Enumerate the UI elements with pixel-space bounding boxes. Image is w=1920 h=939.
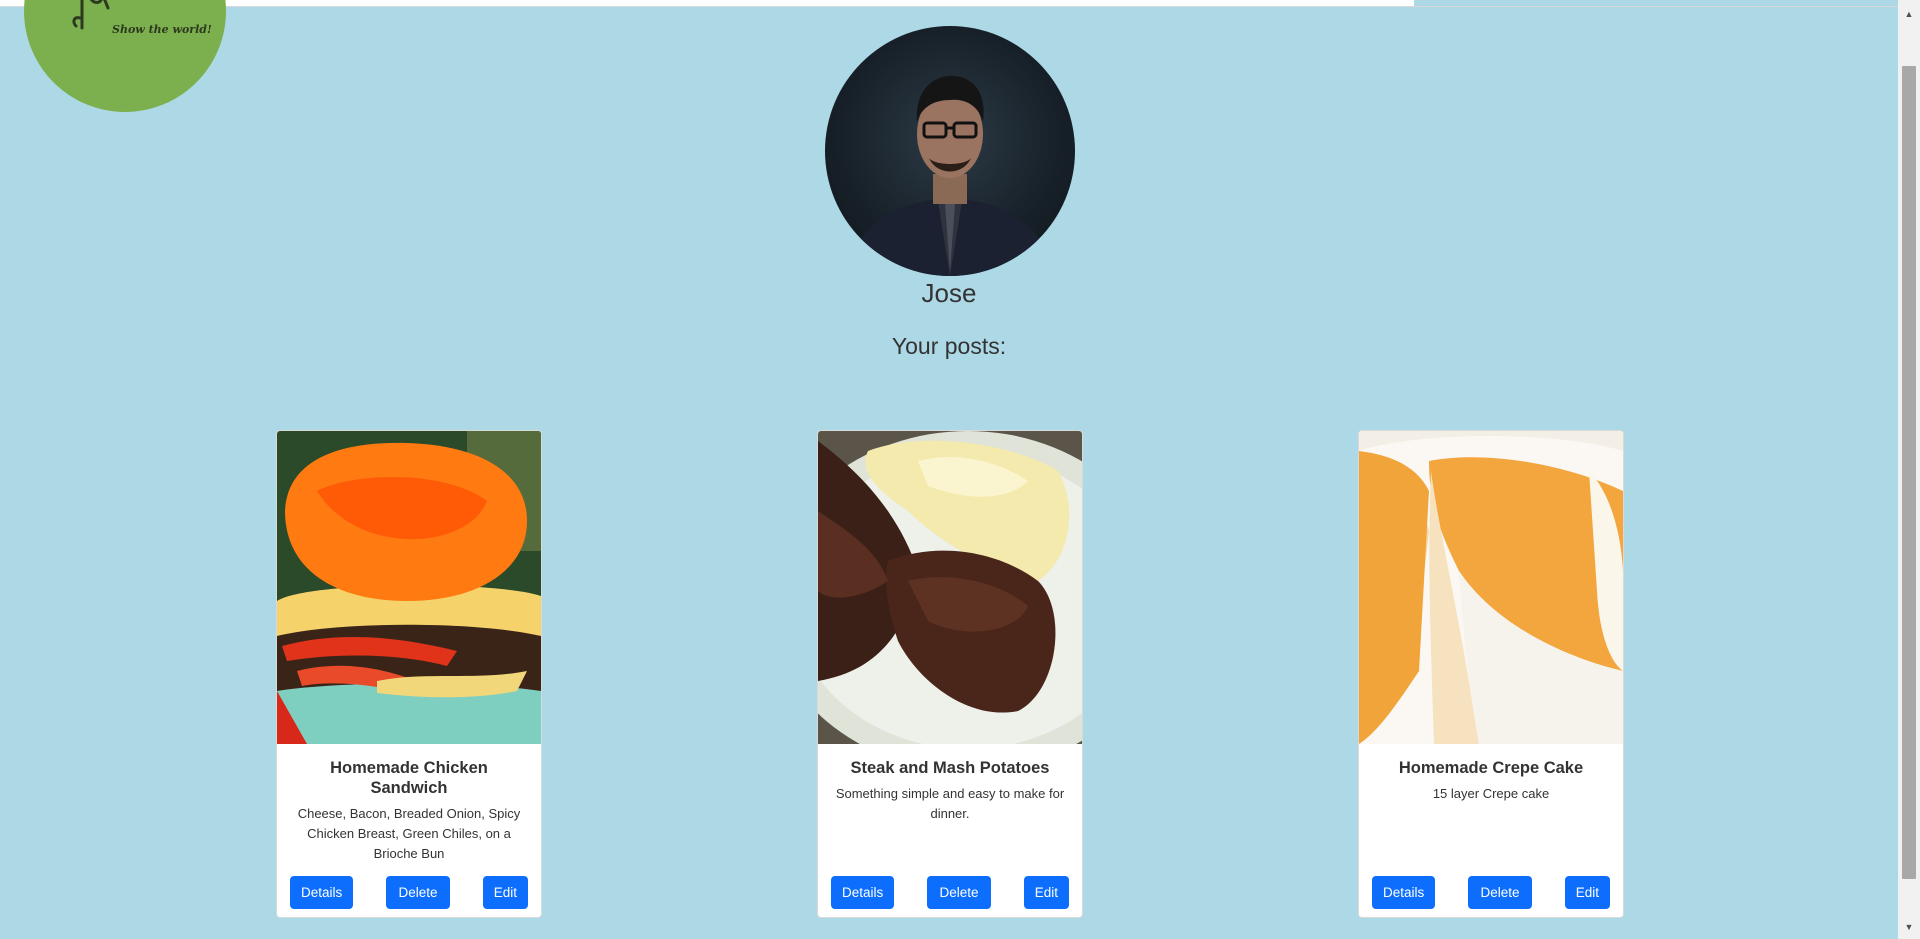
site-logo[interactable]: Show the world!: [24, 0, 226, 112]
vertical-scrollbar[interactable]: ▲ ▼: [1898, 0, 1920, 939]
delete-button[interactable]: Delete: [1468, 876, 1532, 909]
post-actions: Details Delete Edit: [277, 876, 541, 909]
post-actions: Details Delete Edit: [1359, 876, 1623, 909]
edit-button[interactable]: Edit: [1023, 876, 1069, 909]
logo-tagline: Show the world!: [112, 23, 212, 36]
post-actions: Details Delete Edit: [818, 876, 1082, 909]
details-button[interactable]: Details: [1372, 876, 1436, 909]
scrollbar-thumb[interactable]: [1902, 66, 1916, 879]
delete-button[interactable]: Delete: [927, 876, 991, 909]
post-card: Homemade Crepe Cake 15 layer Crepe cake …: [1358, 430, 1624, 918]
post-description: Something simple and easy to make for di…: [835, 786, 1065, 821]
post-title: Steak and Mash Potatoes: [850, 759, 1050, 777]
post-card: Homemade Chicken Sandwich Cheese, Bacon,…: [276, 430, 542, 918]
post-image-crepe-cake: [1359, 431, 1623, 744]
posts-heading: Your posts:: [891, 333, 1007, 359]
scroll-down-icon[interactable]: ▼: [1898, 917, 1920, 937]
post-image-steak: [818, 431, 1082, 744]
post-description: Cheese, Bacon, Breaded Onion, Spicy Chic…: [297, 806, 521, 861]
post-card: Steak and Mash Potatoes Something simple…: [817, 430, 1083, 918]
edit-button[interactable]: Edit: [1564, 876, 1610, 909]
post-image-chicken-sandwich: [277, 431, 541, 744]
top-strip: [0, 0, 1898, 7]
details-button[interactable]: Details: [831, 876, 895, 909]
edit-button[interactable]: Edit: [482, 876, 528, 909]
post-title: Homemade Crepe Cake: [1398, 759, 1584, 777]
profile-avatar: [825, 26, 1075, 276]
delete-button[interactable]: Delete: [386, 876, 450, 909]
details-button[interactable]: Details: [290, 876, 354, 909]
profile-username: Jose: [921, 278, 977, 308]
scroll-up-icon[interactable]: ▲: [1898, 4, 1920, 24]
post-title: Homemade Chicken Sandwich: [330, 759, 488, 797]
post-description: 15 layer Crepe cake: [1432, 786, 1550, 801]
